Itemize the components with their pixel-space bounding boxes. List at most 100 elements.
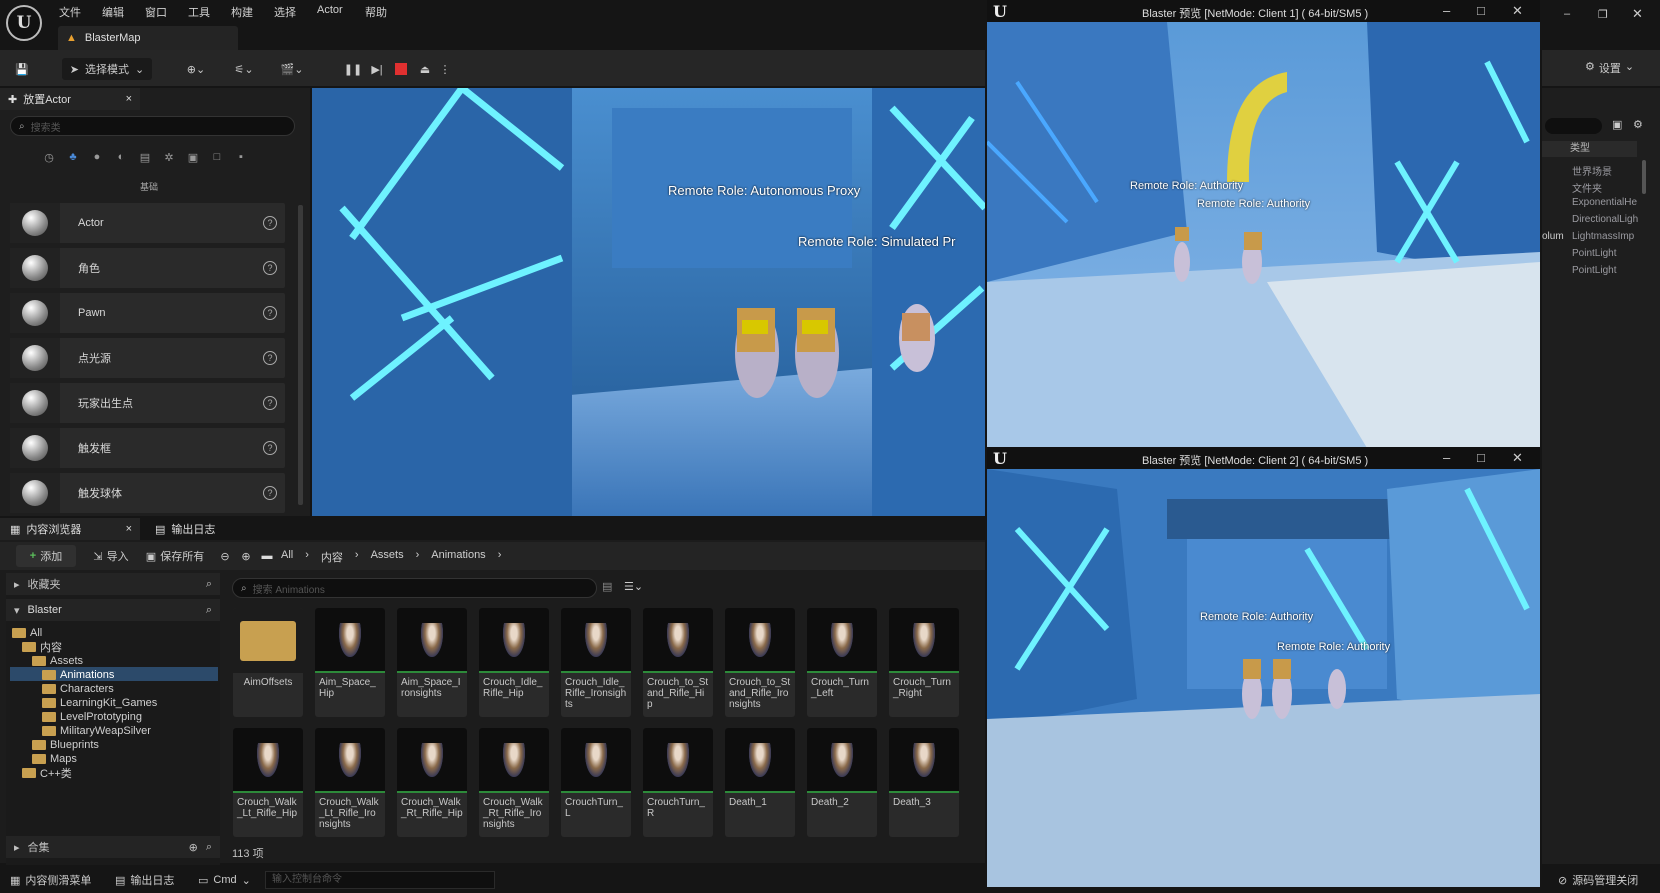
- asset-tile[interactable]: Crouch_Walk_Lt_Rifle_Ironsights: [315, 728, 385, 837]
- tree-item-selected[interactable]: Animations: [42, 668, 114, 682]
- asset-tile[interactable]: Crouch_to_Stand_Rifle_Ironsights: [725, 608, 795, 717]
- asset-tile[interactable]: Crouch_Walk_Rt_Rifle_Ironsights: [479, 728, 549, 837]
- tree-item[interactable]: 内容: [22, 640, 62, 654]
- minimize-icon[interactable]: –: [1443, 3, 1450, 18]
- outliner-item[interactable]: PointLight: [1572, 265, 1616, 276]
- minimize-icon[interactable]: –: [1564, 8, 1570, 20]
- maximize-icon[interactable]: □: [1477, 450, 1485, 465]
- tree-item[interactable]: MilitaryWeapSilver: [42, 724, 151, 738]
- place-actor-tab[interactable]: ✚ 放置Actor ×: [0, 88, 140, 110]
- outliner-item[interactable]: PointLight: [1572, 248, 1616, 259]
- actor-item-actor[interactable]: Actor?: [10, 203, 285, 243]
- save-all-button[interactable]: ▣ 保存所有: [142, 545, 208, 567]
- step-icon[interactable]: ▶|: [368, 58, 386, 80]
- asset-tile[interactable]: Crouch_Turn_Right: [889, 608, 959, 717]
- pause-icon[interactable]: ❚❚: [344, 58, 362, 80]
- save-search-icon[interactable]: ▤: [602, 580, 612, 593]
- tree-item[interactable]: Characters: [42, 682, 114, 696]
- outliner-item[interactable]: DirectionalLigh: [1572, 214, 1638, 225]
- asset-tile[interactable]: CrouchTurn_R: [643, 728, 713, 837]
- asset-search-input[interactable]: ⌕ 搜索 Animations: [232, 578, 597, 598]
- maximize-icon[interactable]: □: [1477, 3, 1485, 18]
- close-icon[interactable]: ×: [126, 93, 132, 105]
- save-icon[interactable]: 💾: [10, 58, 34, 80]
- add-folder-icon[interactable]: ▣: [1612, 118, 1622, 131]
- search-icon[interactable]: ⌕: [206, 578, 212, 591]
- more-options-icon[interactable]: ⋮: [440, 58, 451, 80]
- actor-item-character[interactable]: 角色?: [10, 248, 285, 288]
- restore-icon[interactable]: ❐: [1598, 8, 1608, 21]
- shapes-icon[interactable]: ◐: [112, 148, 130, 166]
- actor-item-pawn[interactable]: Pawn?: [10, 293, 285, 333]
- tree-item[interactable]: Blueprints: [32, 738, 99, 752]
- help-icon[interactable]: ?: [263, 216, 277, 230]
- help-icon[interactable]: ?: [263, 261, 277, 275]
- cmd-dropdown[interactable]: ▭ Cmd ⌄: [198, 871, 251, 889]
- settings-button[interactable]: ⚙ 设置 ⌄: [1585, 60, 1634, 76]
- import-button[interactable]: ⇲ 导入: [88, 545, 134, 567]
- add-collection-icon[interactable]: ⊕: [189, 841, 198, 854]
- help-icon[interactable]: ?: [263, 351, 277, 365]
- search-icon[interactable]: ⌕: [206, 604, 212, 617]
- tree-item[interactable]: LearningKit_Games: [42, 696, 157, 710]
- close-icon[interactable]: ×: [126, 523, 132, 535]
- geometry-icon[interactable]: ▣: [184, 148, 202, 166]
- visual-effects-icon[interactable]: ✲: [160, 148, 178, 166]
- asset-tile[interactable]: Death_1: [725, 728, 795, 837]
- collections-header[interactable]: ▸ 合集 ⊕ ⌕: [6, 836, 220, 858]
- outliner-scrollbar[interactable]: [1642, 160, 1646, 194]
- class-search-input[interactable]: ⌕ 搜索类: [10, 116, 295, 136]
- breadcrumb-item[interactable]: Assets: [371, 549, 404, 565]
- content-browser-tab[interactable]: ▦ 内容浏览器 ×: [0, 518, 140, 540]
- basic-icon[interactable]: ♣: [64, 148, 82, 166]
- menu-help[interactable]: 帮助: [365, 4, 387, 20]
- breadcrumb-item[interactable]: All: [281, 549, 293, 565]
- outliner-item[interactable]: 世界场景: [1572, 163, 1612, 178]
- level-viewport[interactable]: Remote Role: Autonomous Proxy Remote Rol…: [312, 88, 985, 516]
- client2-game-view[interactable]: [987, 469, 1540, 887]
- select-mode-button[interactable]: ➤ 选择模式 ⌄: [62, 58, 152, 80]
- asset-tile[interactable]: Death_3: [889, 728, 959, 837]
- menu-file[interactable]: 文件: [59, 4, 81, 20]
- forward-icon[interactable]: ⊕: [238, 545, 254, 567]
- asset-tile[interactable]: Crouch_Walk_Rt_Rifle_Hip: [397, 728, 467, 837]
- actor-item-trigger-sphere[interactable]: 触发球体?: [10, 473, 285, 513]
- menu-actor[interactable]: Actor: [317, 4, 343, 16]
- menu-window[interactable]: 窗口: [145, 4, 167, 20]
- outliner-item[interactable]: ExponentialHe: [1572, 197, 1637, 208]
- folder-icon[interactable]: ▬: [258, 545, 276, 567]
- help-icon[interactable]: ?: [263, 486, 277, 500]
- menu-tools[interactable]: 工具: [188, 4, 210, 20]
- tree-item[interactable]: All: [12, 626, 42, 640]
- asset-tile[interactable]: Crouch_Turn_Left: [807, 608, 877, 717]
- breadcrumb-item[interactable]: 内容: [321, 549, 343, 565]
- search-icon[interactable]: ⌕: [206, 841, 212, 854]
- output-log-tab[interactable]: ▤ 输出日志: [145, 518, 245, 540]
- unreal-logo-icon[interactable]: U: [6, 5, 42, 41]
- project-header[interactable]: ▾ Blaster ⌕: [6, 599, 220, 621]
- asset-tile[interactable]: CrouchTurn_L: [561, 728, 631, 837]
- source-control-button[interactable]: ⊘ 源码管理关闭: [1558, 871, 1638, 889]
- cinematic-icon[interactable]: ▤: [136, 148, 154, 166]
- asset-tile[interactable]: Death_2: [807, 728, 877, 837]
- close-icon[interactable]: ✕: [1632, 6, 1643, 22]
- minimize-icon[interactable]: –: [1443, 450, 1450, 465]
- menu-build[interactable]: 构建: [231, 4, 253, 20]
- asset-tile[interactable]: Crouch_Idle_Rifle_Ironsights: [561, 608, 631, 717]
- asset-folder[interactable]: AimOffsets: [233, 608, 303, 717]
- asset-tile[interactable]: Crouch_to_Stand_Rifle_Hip: [643, 608, 713, 717]
- back-icon[interactable]: ⊖: [217, 545, 233, 567]
- content-drawer-button[interactable]: ▦ 内容侧滑菜单: [10, 871, 91, 889]
- close-icon[interactable]: ✕: [1512, 450, 1523, 466]
- add-button[interactable]: + 添加: [16, 545, 76, 567]
- outliner-item[interactable]: LightmassImp: [1572, 231, 1634, 242]
- breadcrumb-item[interactable]: Animations: [431, 549, 485, 565]
- actor-item-trigger-box[interactable]: 触发框?: [10, 428, 285, 468]
- tree-item[interactable]: Assets: [32, 654, 83, 668]
- outliner-item[interactable]: 文件夹: [1572, 180, 1602, 195]
- menu-edit[interactable]: 编辑: [102, 4, 124, 20]
- add-content-icon[interactable]: ⊕⌄: [180, 58, 212, 80]
- actor-item-point-light[interactable]: 点光源?: [10, 338, 285, 378]
- asset-tile[interactable]: Crouch_Walk_Lt_Rifle_Hip: [233, 728, 303, 837]
- tree-item[interactable]: C++类: [22, 766, 72, 780]
